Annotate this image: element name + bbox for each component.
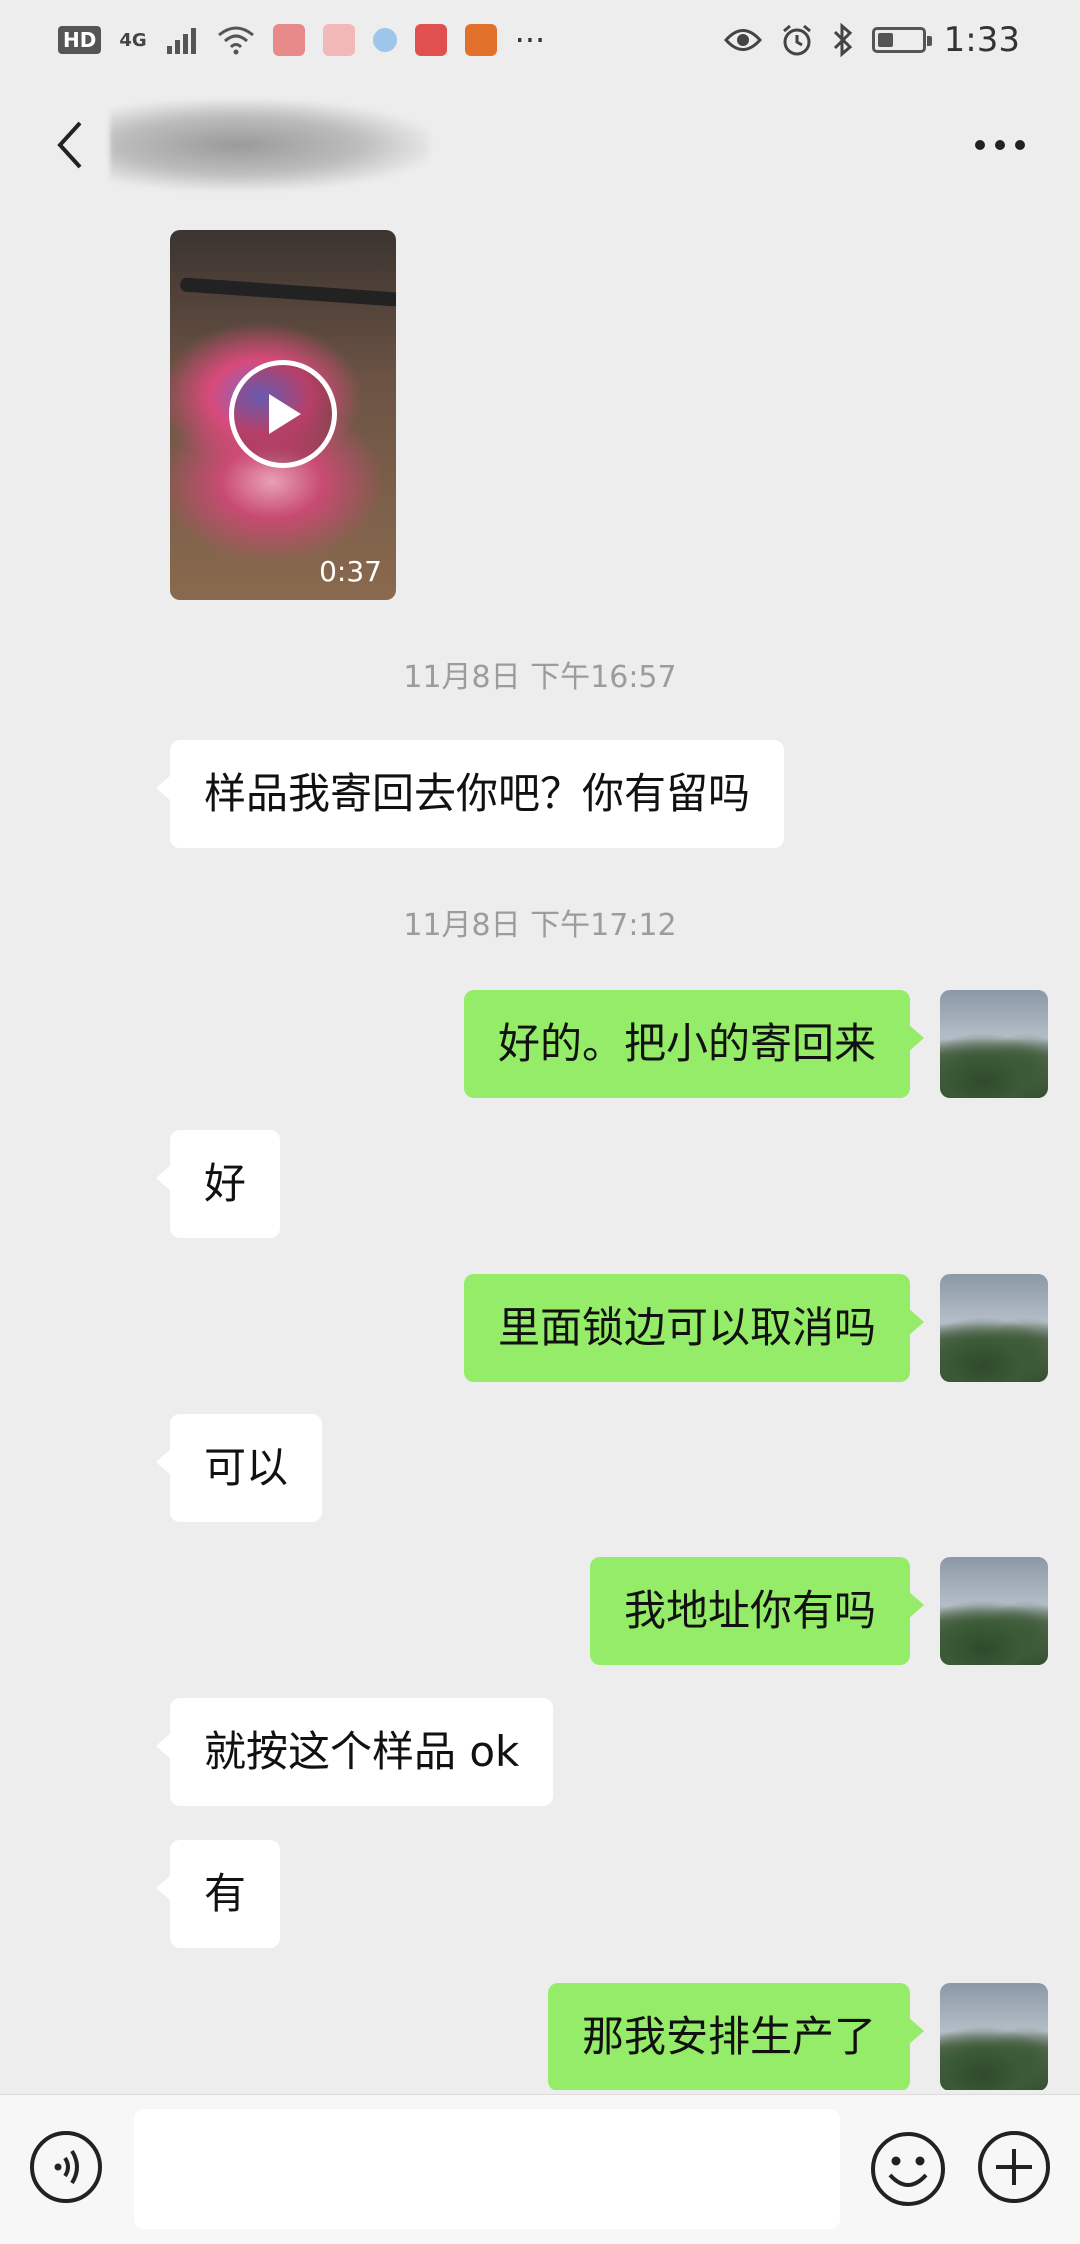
chevron-left-icon [57, 121, 82, 169]
wifi-icon [217, 26, 254, 55]
back-button[interactable] [40, 105, 100, 185]
status-left: HD 4G ··· [58, 21, 545, 59]
app-notification-icon [322, 24, 355, 56]
message-list[interactable]: 0:37 11月8日 下午16:57 样品我寄回去你吧？你有留吗 11月8日 下… [0, 200, 1080, 2090]
more-notifications: ··· [514, 21, 546, 59]
voice-button[interactable] [28, 2129, 104, 2205]
outgoing-message[interactable]: 好的。把小的寄回来 [463, 990, 925, 1098]
app-notification-icon [464, 24, 497, 56]
contact-avatar[interactable] [32, 740, 140, 848]
input-bar [0, 2094, 1080, 2244]
timestamp: 11月8日 下午17:12 [403, 908, 677, 943]
emoji-button[interactable] [868, 2129, 948, 2209]
app-notification-icon [372, 28, 397, 52]
incoming-message[interactable]: 好 [155, 1130, 281, 1238]
clock: 1:33 [943, 20, 1020, 60]
chat-header [0, 80, 1080, 210]
video-thumbnail [179, 277, 396, 307]
emoji-icon [871, 2132, 945, 2206]
more-actions-button[interactable] [976, 2129, 1052, 2205]
my-avatar[interactable] [940, 1557, 1048, 1665]
app-notification-icon [272, 24, 305, 56]
status-right: 1:33 [723, 20, 1020, 60]
contact-avatar[interactable] [32, 1840, 140, 1948]
signal-icon [166, 28, 196, 54]
contact-avatar[interactable] [32, 1698, 140, 1806]
incoming-message[interactable]: 样品我寄回去你吧？你有留吗 [155, 740, 785, 848]
incoming-message[interactable]: 可以 [155, 1414, 323, 1522]
battery-level [877, 33, 893, 47]
timestamp: 11月8日 下午16:57 [403, 660, 677, 695]
incoming-message[interactable]: 有 [155, 1840, 281, 1948]
obscured-contact-name [110, 100, 430, 190]
app-notification-icon [414, 24, 447, 56]
hd-badge: HD [58, 26, 102, 54]
my-avatar[interactable] [940, 990, 1048, 1098]
contact-avatar[interactable] [32, 1414, 140, 1522]
outgoing-message[interactable]: 那我安排生产了 [547, 1983, 925, 2090]
my-avatar[interactable] [940, 1274, 1048, 1382]
alarm-icon [782, 24, 811, 56]
battery-icon [871, 27, 932, 53]
my-avatar[interactable] [940, 1983, 1048, 2090]
video-duration: 0:37 [319, 555, 382, 588]
incoming-message[interactable]: 就按这个样品 ok [155, 1698, 554, 1806]
message-input[interactable] [134, 2109, 840, 2229]
network-type: 4G [119, 29, 147, 51]
outgoing-message[interactable]: 我地址你有吗 [589, 1557, 925, 1665]
play-button[interactable] [229, 360, 337, 468]
video-message[interactable]: 0:37 [170, 230, 396, 600]
voice-icon [30, 2131, 102, 2203]
plus-icon [978, 2131, 1050, 2203]
ellipsis-icon [975, 140, 1025, 150]
more-button[interactable] [960, 105, 1040, 185]
outgoing-message[interactable]: 里面锁边可以取消吗 [463, 1274, 925, 1382]
contact-avatar[interactable] [32, 1130, 140, 1238]
eye-icon [723, 29, 762, 51]
play-icon [269, 394, 301, 434]
contact-avatar[interactable] [32, 200, 140, 294]
status-bar: HD 4G ··· 1:33 [0, 0, 1080, 80]
bluetooth-icon [833, 23, 852, 57]
